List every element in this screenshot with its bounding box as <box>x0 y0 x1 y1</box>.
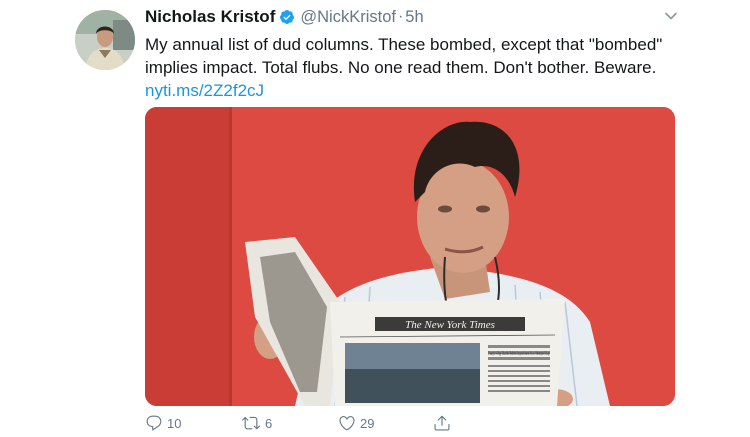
newspaper-headline: Trump's 6-Page Diatribe Belittles Impeac… <box>488 351 550 357</box>
tweet-actions: 10 6 29 <box>145 414 465 436</box>
avatar[interactable] <box>75 10 135 70</box>
share-icon <box>434 415 450 431</box>
separator-dot: · <box>397 8 404 25</box>
retweet-count: 6 <box>265 415 273 431</box>
retweet-button[interactable]: 6 <box>241 414 272 432</box>
verified-badge-icon <box>280 10 295 24</box>
author-handle[interactable]: @NickKristof <box>300 8 396 27</box>
reply-icon <box>146 415 162 431</box>
share-button[interactable] <box>433 414 451 432</box>
avatar-photo <box>75 10 135 70</box>
like-icon <box>339 416 355 431</box>
tweet-body: My annual list of dud columns. These bom… <box>145 33 685 102</box>
reply-button[interactable]: 10 <box>145 414 181 432</box>
chevron-down-icon[interactable] <box>664 9 678 23</box>
reply-count: 10 <box>167 415 182 431</box>
media-photo: The New York Times Trump's 6-Page Diatri… <box>145 107 675 406</box>
newspaper-masthead: The New York Times <box>405 319 495 331</box>
timestamp[interactable]: 5h <box>405 8 423 27</box>
tweet-text: My annual list of dud columns. These bom… <box>145 35 663 77</box>
like-button[interactable]: 29 <box>338 414 374 432</box>
retweet-icon <box>242 416 260 430</box>
author-name[interactable]: Nicholas Kristof <box>145 7 275 27</box>
tweet-link[interactable]: nyti.ms/2Z2f2cJ <box>145 79 685 102</box>
tweet-media[interactable]: The New York Times Trump's 6-Page Diatri… <box>145 107 675 406</box>
like-count: 29 <box>360 415 375 431</box>
tweet-header: Nicholas Kristof @NickKristof · 5h <box>145 6 424 28</box>
